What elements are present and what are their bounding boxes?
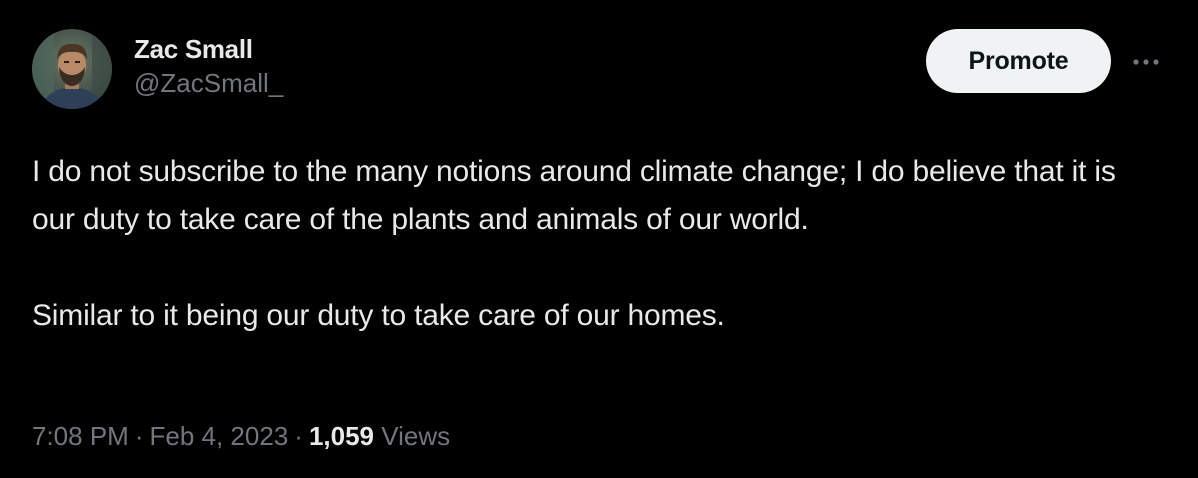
views-count: 1,059 — [308, 421, 375, 451]
display-name[interactable]: Zac Small — [134, 32, 283, 66]
views-label: Views — [381, 421, 451, 451]
tweet-paragraph: I do not subscribe to the many notions a… — [32, 155, 1116, 236]
tweet-text: I do not subscribe to the many notions a… — [32, 148, 1132, 340]
promote-button[interactable]: Promote — [926, 29, 1111, 93]
tweet-date[interactable]: Feb 4, 2023 — [150, 421, 289, 451]
more-horizontal-icon[interactable] — [1126, 42, 1166, 82]
tweet-time[interactable]: 7:08 PM — [32, 421, 129, 451]
user-handle[interactable]: @ZacSmall_ — [134, 67, 283, 99]
more-dots-glyph — [1133, 59, 1159, 65]
author-info: Zac Small @ZacSmall_ — [134, 32, 283, 99]
tweet-meta: 7:08 PM · Feb 4, 2023 · 1,059 Views — [32, 418, 450, 454]
meta-separator: · — [294, 421, 303, 451]
avatar-image — [32, 29, 112, 109]
avatar[interactable] — [32, 29, 112, 109]
meta-separator: · — [134, 421, 144, 451]
tweet: Zac Small @ZacSmall_ Promote I do not su… — [0, 0, 1198, 478]
tweet-paragraph: Similar to it being our duty to take car… — [32, 299, 725, 332]
